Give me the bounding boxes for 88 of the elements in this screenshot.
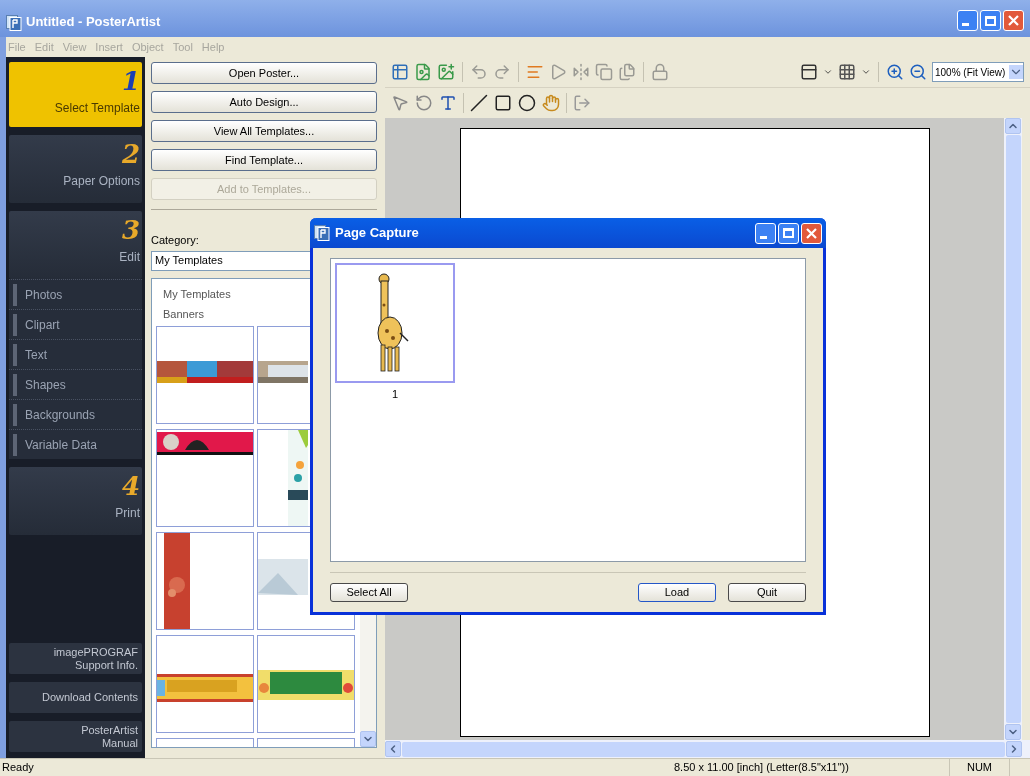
edit-menu-item[interactable]: Backgrounds — [9, 399, 142, 429]
template-thumbnail[interactable] — [156, 634, 254, 733]
hand-icon[interactable] — [542, 94, 560, 112]
step-card[interactable]: 3 Edit — [9, 211, 142, 279]
template-thumbnail[interactable] — [156, 325, 254, 424]
vertical-scrollbar[interactable] — [1004, 118, 1022, 740]
status-message: Ready — [1, 760, 35, 776]
circle-icon[interactable] — [518, 94, 536, 112]
template-thumbnail[interactable] — [156, 428, 254, 527]
dialog-title: Page Capture — [335, 224, 420, 243]
minimize-icon — [962, 23, 969, 26]
step-label: Paper Options — [63, 173, 140, 190]
dialog-button[interactable]: Load — [638, 583, 716, 602]
zoom-dropdown[interactable]: 100% (Fit View) — [932, 62, 1024, 82]
undo-icon[interactable] — [470, 63, 488, 81]
side-link-button[interactable]: Download Contents — [9, 682, 142, 713]
zoom-out-icon[interactable] — [909, 63, 927, 81]
step-card[interactable]: 2 Paper Options — [9, 135, 142, 203]
step-number: 1 — [121, 68, 140, 94]
maximize-icon — [985, 15, 996, 26]
table-icon[interactable] — [391, 63, 409, 81]
step-label: Print — [115, 505, 140, 522]
edit-menu-item[interactable]: Variable Data — [9, 429, 142, 459]
step-label: Edit — [119, 249, 140, 266]
template-thumbnail[interactable] — [156, 531, 254, 630]
scroll-right-button[interactable] — [1006, 741, 1022, 757]
image-file-icon[interactable] — [414, 63, 432, 81]
maximize-button[interactable] — [778, 222, 799, 244]
step-number: 3 — [121, 217, 140, 243]
edit-menu-item[interactable]: Clipart — [9, 309, 142, 339]
square-icon[interactable] — [494, 94, 512, 112]
minimize-icon — [760, 235, 767, 239]
align-icon[interactable] — [526, 63, 544, 81]
page-back-icon[interactable] — [595, 63, 613, 81]
flip-icon[interactable] — [572, 63, 590, 81]
num-lock-indicator: NUM — [950, 759, 1010, 776]
triangle-icon[interactable] — [549, 63, 567, 81]
template-button[interactable]: Auto Design... — [151, 91, 377, 113]
dialog-button[interactable]: Quit — [728, 583, 806, 602]
category-label: Category: — [151, 233, 199, 248]
lock-icon[interactable] — [651, 63, 669, 81]
close-button[interactable] — [801, 222, 822, 244]
step-number: 2 — [121, 141, 140, 167]
text-icon[interactable] — [439, 94, 457, 112]
side-link-button[interactable]: PosterArtist Manual — [9, 721, 142, 752]
app-icon — [314, 225, 330, 241]
close-icon — [1008, 15, 1019, 26]
paper-size-text: 8.50 x 11.00 [inch] (Letter(8.5"x11")) — [670, 759, 950, 776]
app-icon — [6, 15, 22, 31]
template-button[interactable]: Find Template... — [151, 149, 377, 171]
minimize-button[interactable] — [957, 10, 978, 31]
line-icon[interactable] — [470, 94, 488, 112]
window-title: Untitled - PosterArtist — [26, 12, 162, 31]
edit-menu-item[interactable]: Photos — [9, 279, 142, 309]
page-thumbnail[interactable] — [335, 263, 455, 383]
layout-icon[interactable] — [800, 63, 818, 81]
rotate-icon[interactable] — [415, 94, 433, 112]
redo-icon[interactable] — [493, 63, 511, 81]
minimize-button[interactable] — [755, 222, 776, 244]
template-button[interactable]: Open Poster... — [151, 62, 377, 84]
grid-icon[interactable] — [838, 63, 856, 81]
step-label: Select Template — [54, 100, 140, 117]
image-plus-icon[interactable] — [437, 63, 455, 81]
pointer-icon[interactable] — [391, 94, 409, 112]
close-icon — [806, 227, 817, 239]
caret-icon[interactable] — [861, 67, 871, 77]
dialog-button[interactable]: Select All — [330, 583, 408, 602]
edit-menu-item[interactable]: Shapes — [9, 369, 142, 399]
maximize-icon — [783, 228, 794, 238]
scroll-up-button[interactable] — [1005, 118, 1021, 134]
caret-icon[interactable] — [823, 67, 833, 77]
edit-menu-item[interactable]: Text — [9, 339, 142, 369]
close-button[interactable] — [1003, 10, 1024, 31]
page-number: 1 — [391, 387, 399, 402]
side-link-button[interactable]: imagePROGRAF Support Info. — [9, 643, 142, 674]
template-button[interactable]: View All Templates... — [151, 120, 377, 142]
exit-icon[interactable] — [573, 94, 591, 112]
scroll-down-button[interactable] — [360, 731, 376, 747]
horizontal-scrollbar[interactable] — [385, 740, 1030, 758]
step-card[interactable]: 1 Select Template — [9, 62, 142, 127]
step-number: 4 — [121, 473, 140, 499]
template-thumbnail[interactable] — [257, 634, 355, 733]
page-front-icon[interactable] — [618, 63, 636, 81]
scroll-down-button[interactable] — [1005, 724, 1021, 740]
maximize-button[interactable] — [980, 10, 1001, 31]
step-card[interactable]: 4 Print — [9, 467, 142, 535]
scroll-left-button[interactable] — [385, 741, 401, 757]
zoom-in-icon[interactable] — [886, 63, 904, 81]
